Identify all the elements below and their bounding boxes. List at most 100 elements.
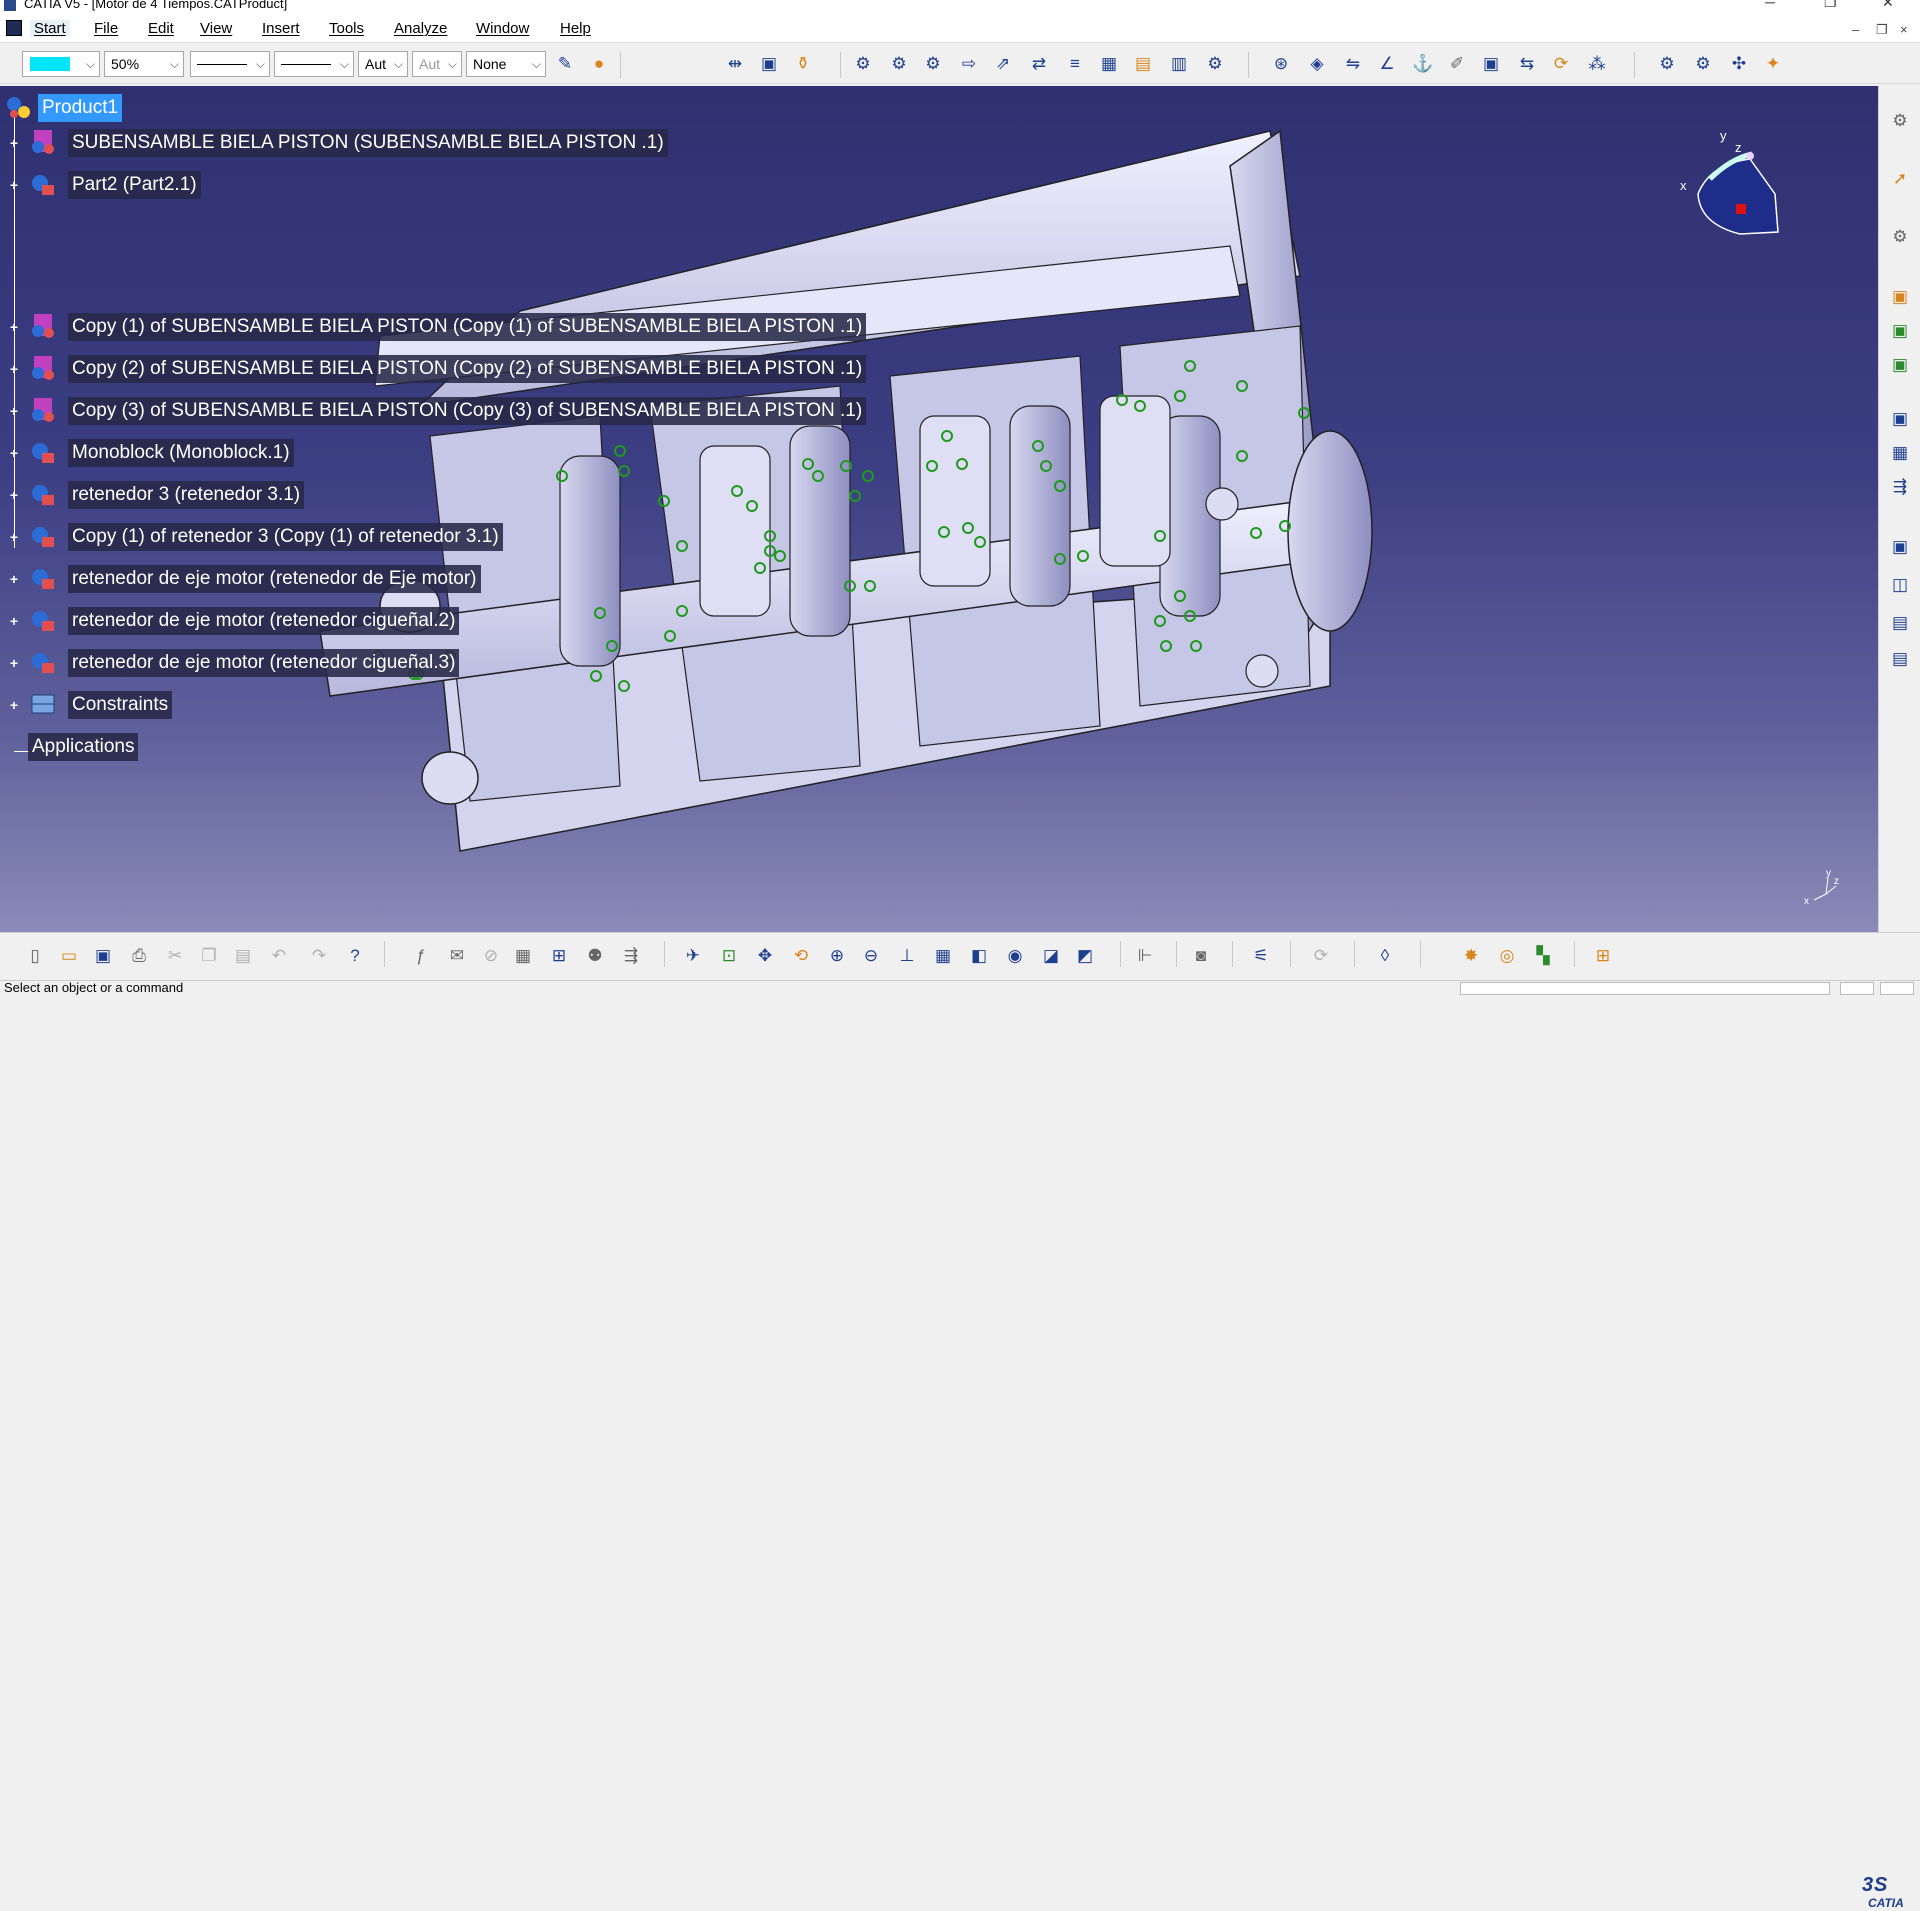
fix-together-icon[interactable]: ✐ (1444, 51, 1470, 77)
fly-mode-icon[interactable]: ✈ (680, 943, 706, 969)
mdi-restore-button[interactable]: ❐ (1876, 22, 1888, 38)
expand-icon[interactable]: + (8, 530, 20, 544)
isometric-view-icon[interactable]: ◧ (966, 943, 992, 969)
table-icon[interactable]: ▦ (510, 943, 536, 969)
multi-view-icon[interactable]: ▦ (930, 943, 956, 969)
tree-item-label[interactable]: SUBENSAMBLE BIELA PISTON (SUBENSAMBLE BI… (68, 129, 668, 157)
tree-item-label[interactable]: retenedor 3 (retenedor 3.1) (68, 481, 305, 509)
expand-icon[interactable]: + (8, 614, 20, 628)
engine-model[interactable] (0, 86, 1878, 932)
zoom-in-icon[interactable]: ⊕ (824, 943, 850, 969)
select-icon[interactable]: ➚ (1887, 166, 1913, 192)
compass-grid-icon[interactable]: ⊩ (1132, 943, 1158, 969)
expand-icon[interactable]: + (8, 572, 20, 586)
mirror-icon[interactable]: ◫ (1887, 572, 1913, 598)
angle-constraint-icon[interactable]: ∠ (1374, 51, 1400, 77)
swap-space-icon[interactable]: ◩ (1072, 943, 1098, 969)
tree-item-label[interactable]: Part2 (Part2.1) (68, 171, 201, 199)
settings-icon[interactable]: ⚙ (1887, 108, 1913, 134)
expand-icon[interactable]: + (8, 488, 20, 502)
new-component-icon[interactable]: ⚙ (850, 51, 876, 77)
offset-constraint-icon[interactable]: ⇋ (1340, 51, 1366, 77)
scene-icon[interactable]: ▚ (1530, 943, 1556, 969)
space-analysis-icon[interactable]: ▣ (1887, 284, 1913, 310)
menu-help[interactable]: Help (560, 20, 591, 37)
capture-icon[interactable]: ◙ (1188, 943, 1214, 969)
clash-icon[interactable]: ▣ (1887, 318, 1913, 344)
minimize-window-button[interactable]: ─ (1765, 0, 1775, 9)
lock-icon[interactable]: ⊘ (478, 943, 504, 969)
menu-window[interactable]: Window (476, 20, 529, 37)
new-document-icon[interactable]: ▯ (22, 943, 48, 969)
paste-icon[interactable]: ▤ (230, 943, 256, 969)
menu-edit[interactable]: Edit (148, 20, 174, 37)
command-input[interactable] (1460, 982, 1830, 995)
new-part-icon[interactable]: ⚙ (920, 51, 946, 77)
existing-component-icon[interactable]: ⇨ (956, 51, 982, 77)
zoom-out-icon[interactable]: ⊖ (858, 943, 884, 969)
reactions-icon[interactable]: ⚉ (582, 943, 608, 969)
undo-icon[interactable]: ↶ (266, 943, 292, 969)
fit-all-icon[interactable]: ⊡ (716, 943, 742, 969)
annotation-icon[interactable]: ⇶ (1887, 474, 1913, 500)
expand-icon[interactable]: + (8, 178, 20, 192)
save-icon[interactable]: ▣ (90, 943, 116, 969)
tree-root-label[interactable]: Product1 (38, 94, 123, 122)
multi-instantiation-icon[interactable]: ⚙ (1202, 51, 1228, 77)
stop-manipulate-on-clash-icon[interactable]: ✦ (1760, 51, 1786, 77)
document-icon[interactable] (6, 20, 22, 36)
flexible-rigid-subassembly-icon[interactable]: ⇆ (1514, 51, 1540, 77)
refresh-icon[interactable]: ⟳ (1308, 943, 1334, 969)
coincidence-constraint-icon[interactable]: ⊛ (1268, 51, 1294, 77)
distance-icon[interactable]: ▣ (1887, 406, 1913, 432)
environment-icon[interactable]: ◎ (1494, 943, 1520, 969)
expand-icon[interactable]: + (8, 136, 20, 150)
hierarchy-icon[interactable]: ⊞ (546, 943, 572, 969)
knowledge-icon[interactable]: ✉ (444, 943, 470, 969)
close-window-button[interactable]: ✕ (1882, 0, 1894, 9)
menu-view[interactable]: View (200, 20, 232, 37)
tree-item-label[interactable]: Copy (2) of SUBENSAMBLE BIELA PISTON (Co… (68, 355, 867, 383)
catalog-browser-icon[interactable]: ⚟ (1248, 943, 1274, 969)
report-icon[interactable]: ▤ (1887, 646, 1913, 672)
tree-item-label[interactable]: retenedor de eje motor (retenedor cigueñ… (68, 649, 460, 677)
menu-insert[interactable]: Insert (262, 20, 300, 37)
painter-icon[interactable]: ✎ (552, 51, 578, 77)
existing-component-positioning-icon[interactable]: ⇗ (990, 51, 1016, 77)
selective-load-icon[interactable]: ▤ (1130, 51, 1156, 77)
expand-icon[interactable]: + (8, 698, 20, 712)
print-icon[interactable]: ⎙ (126, 943, 152, 969)
contact-constraint-icon[interactable]: ◈ (1304, 51, 1330, 77)
sectioning-icon[interactable]: ▣ (1887, 352, 1913, 378)
3d-viewport[interactable]: Product1 + SUBENSAMBLE BIELA PISTON (SUB… (0, 86, 1878, 932)
fix-component-icon[interactable]: ⚓ (1410, 51, 1436, 77)
transparency-select[interactable]: 50% ⌵ (104, 51, 184, 77)
explode-icon[interactable]: ✣ (1726, 51, 1752, 77)
menu-tools[interactable]: Tools (329, 20, 364, 37)
expand-icon[interactable]: + (8, 446, 20, 460)
linetype-select[interactable]: ⌵ (190, 51, 270, 77)
expand-icon[interactable]: + (8, 404, 20, 418)
manipulation-icon[interactable]: ⚙ (1654, 51, 1680, 77)
compass-widget[interactable]: y x z (1680, 124, 1790, 244)
menu-file[interactable]: File (94, 20, 118, 37)
rendering-style-select[interactable]: Aut ⌵ (412, 51, 462, 77)
reuse-pattern-icon[interactable]: ⁂ (1584, 51, 1610, 77)
lineweight-select[interactable]: ⌵ (274, 51, 354, 77)
tree-item-label[interactable]: Copy (1) of SUBENSAMBLE BIELA PISTON (Co… (68, 313, 867, 341)
tree-item-label[interactable]: retenedor de eje motor (retenedor cigueñ… (68, 607, 460, 635)
check-icon[interactable]: ⇶ (618, 943, 644, 969)
apply-material-icon[interactable]: ◊ (1372, 943, 1398, 969)
mdi-close-button[interactable]: × (1900, 22, 1908, 37)
quick-constraint-icon[interactable]: ▣ (1478, 51, 1504, 77)
status-button[interactable] (1840, 982, 1874, 995)
layer-select[interactable]: None ⌵ (466, 51, 546, 77)
bill-of-material-icon[interactable]: ▤ (1887, 610, 1913, 636)
tree-item-label[interactable]: Copy (1) of retenedor 3 (Copy (1) of ret… (68, 523, 503, 551)
render-icon[interactable]: ✸ (1458, 943, 1484, 969)
new-product-icon[interactable]: ⚙ (886, 51, 912, 77)
redo-icon[interactable]: ↷ (306, 943, 332, 969)
catalog-icon[interactable]: ⚙ (1887, 224, 1913, 250)
expand-icon[interactable]: + (8, 362, 20, 376)
snap-icon[interactable]: ⚙ (1690, 51, 1716, 77)
